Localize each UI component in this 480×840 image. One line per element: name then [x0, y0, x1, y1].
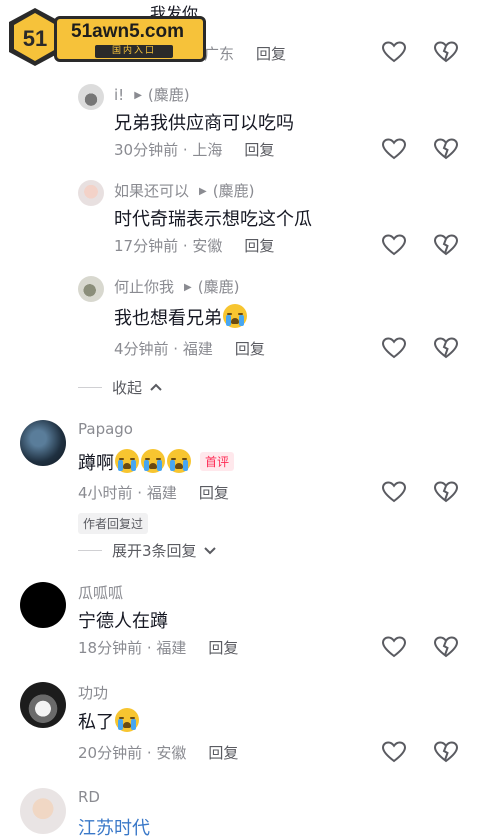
reply-author[interactable]: 何止你我 ▶ (麋鹿)	[114, 276, 239, 297]
comment-author[interactable]: RD	[78, 788, 100, 806]
broken-heart-icon[interactable]	[434, 234, 458, 256]
reply-button[interactable]: 回复	[244, 141, 274, 159]
reply-author-name: 如果还可以	[114, 182, 190, 200]
avatar[interactable]	[20, 582, 66, 628]
svg-text:51: 51	[23, 26, 47, 51]
comment-text-content: 私了	[78, 712, 114, 733]
heart-icon[interactable]	[382, 337, 406, 359]
heart-icon[interactable]	[382, 636, 406, 658]
broken-heart-icon[interactable]	[434, 481, 458, 503]
first-comment-badge: 首评	[200, 452, 235, 471]
reply-author[interactable]: i! ▶ (麋鹿)	[114, 84, 190, 105]
avatar[interactable]	[78, 276, 104, 302]
reply-to-name: (麋鹿)	[197, 278, 240, 296]
expand-replies-button[interactable]: 展开3条回复	[78, 540, 217, 561]
reply-text-content: 我也想看兄弟	[114, 308, 222, 329]
comment-text: 江苏时代	[78, 818, 150, 839]
play-triangle-icon: ▶	[184, 282, 192, 293]
broken-heart-icon[interactable]	[434, 138, 458, 160]
reply-time: 30分钟前 · 上海	[114, 141, 223, 159]
comment-meta: 20分钟前 · 安徽 回复	[78, 742, 238, 763]
reply-time: 17分钟前 · 安徽	[114, 237, 223, 255]
reply-time: 4分钟前 · 福建	[114, 340, 213, 358]
broken-heart-icon[interactable]	[434, 741, 458, 763]
crying-emoji-icon	[141, 449, 165, 473]
watermark-banner: 51awn5.com 国内入口	[54, 16, 206, 62]
crying-emoji-icon	[223, 304, 247, 328]
broken-heart-icon[interactable]	[434, 41, 458, 63]
reply-text: 我也想看兄弟	[114, 304, 248, 330]
reply-meta: 4分钟前 · 福建 回复	[114, 338, 265, 359]
avatar[interactable]	[20, 788, 66, 834]
heart-icon[interactable]	[382, 481, 406, 503]
reply-text: 兄弟我供应商可以吃吗	[114, 113, 294, 134]
comment-author[interactable]: 瓜呱呱	[78, 582, 123, 603]
expand-label: 展开3条回复	[112, 542, 197, 560]
comment-meta: 4小时前 · 福建 回复	[78, 482, 229, 503]
chevron-up-icon	[150, 383, 162, 391]
comment-text: 私了	[78, 708, 140, 734]
avatar[interactable]	[20, 420, 66, 466]
avatar[interactable]	[78, 84, 104, 110]
collapse-replies-button[interactable]: 收起	[78, 377, 163, 398]
crying-emoji-icon	[115, 449, 139, 473]
reply-button[interactable]: 回复	[235, 340, 265, 358]
avatar[interactable]	[20, 682, 66, 728]
comment-time: 4小时前 · 福建	[78, 484, 177, 502]
reply-text: 时代奇瑞表示想吃这个瓜	[114, 209, 312, 230]
reply-button[interactable]: 回复	[244, 237, 274, 255]
reply-meta: 30分钟前 · 上海 回复	[114, 139, 274, 160]
heart-icon[interactable]	[382, 41, 406, 63]
author-replied-tag: 作者回复过	[78, 513, 149, 534]
watermark-sub: 国内入口	[95, 45, 173, 58]
reply-to-name: (麋鹿)	[212, 182, 255, 200]
avatar[interactable]	[78, 180, 104, 206]
watermark: 51 51awn5.com 国内入口	[4, 6, 206, 70]
comment-time: 18分钟前 · 福建	[78, 639, 187, 657]
divider	[78, 550, 102, 551]
broken-heart-icon[interactable]	[434, 337, 458, 359]
crying-emoji-icon	[115, 708, 139, 732]
comment-author[interactable]: Papago	[78, 420, 133, 438]
chevron-down-icon	[204, 547, 217, 555]
reply-meta-partial: 广东 回复	[204, 43, 286, 64]
heart-icon[interactable]	[382, 234, 406, 256]
reply-author-name: 何止你我	[114, 278, 175, 296]
reply-button[interactable]: 回复	[208, 744, 238, 762]
comment-text-content: 蹲啊	[78, 453, 114, 474]
reply-author-name: i!	[114, 86, 125, 104]
comment-time: 20分钟前 · 安徽	[78, 744, 187, 762]
reply-button[interactable]: 回复	[256, 45, 286, 63]
collapse-label: 收起	[112, 379, 143, 397]
play-triangle-icon: ▶	[199, 186, 207, 197]
comment-author[interactable]: 功功	[78, 682, 108, 703]
play-triangle-icon: ▶	[134, 90, 142, 101]
comment-text: 蹲啊 首评	[78, 449, 235, 475]
heart-icon[interactable]	[382, 741, 406, 763]
reply-button[interactable]: 回复	[208, 639, 238, 657]
broken-heart-icon[interactable]	[434, 636, 458, 658]
reply-button[interactable]: 回复	[199, 484, 229, 502]
reply-author[interactable]: 如果还可以 ▶ (麋鹿)	[114, 180, 254, 201]
reply-location: 广东	[204, 45, 235, 63]
comment-text: 宁德人在蹲	[78, 611, 168, 632]
crying-emoji-icon	[167, 449, 191, 473]
divider	[78, 387, 102, 388]
heart-icon[interactable]	[382, 138, 406, 160]
reply-to-name: (麋鹿)	[147, 86, 190, 104]
watermark-site: 51awn5.com	[71, 21, 184, 42]
comment-meta: 18分钟前 · 福建 回复	[78, 637, 238, 658]
reply-meta: 17分钟前 · 安徽 回复	[114, 235, 274, 256]
